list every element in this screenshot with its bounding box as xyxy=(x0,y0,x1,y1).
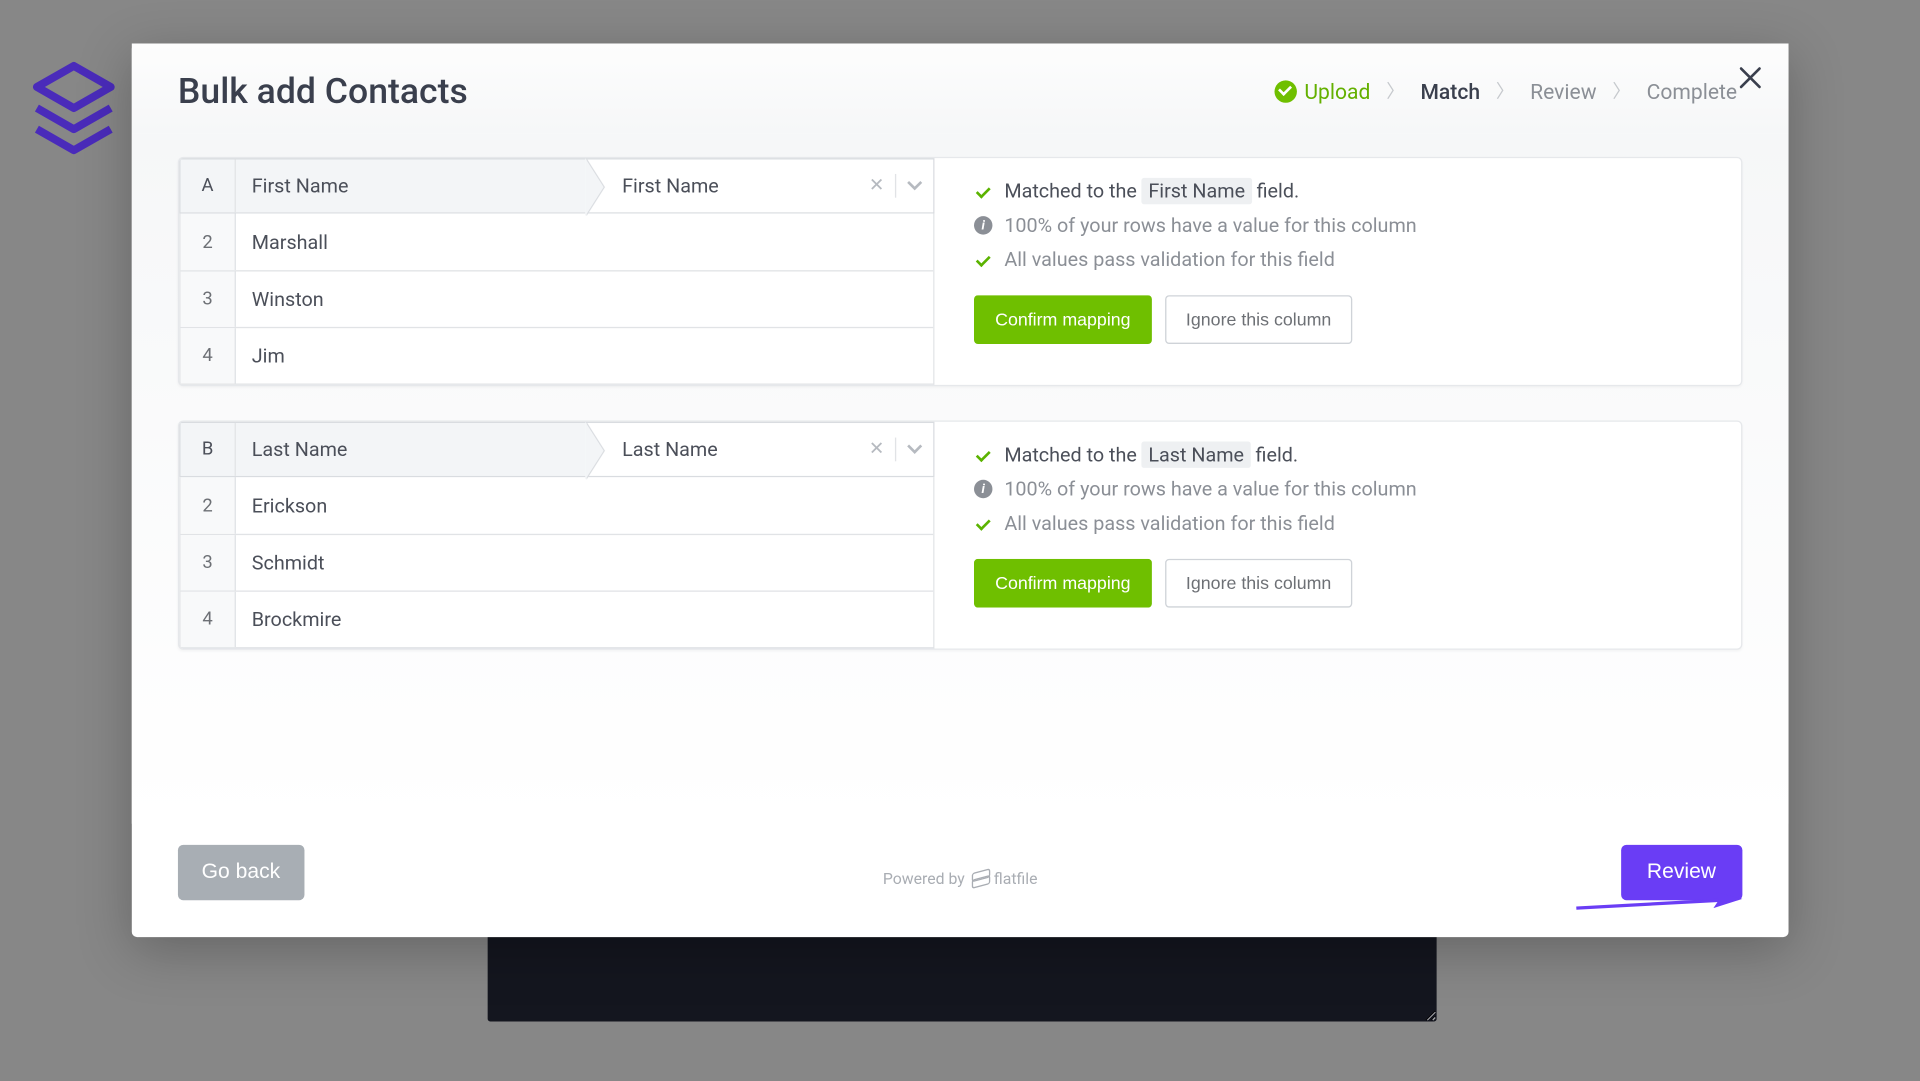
check-icon xyxy=(974,516,992,530)
matched-text: Matched to the xyxy=(1004,179,1141,203)
matched-field-pill: First Name xyxy=(1142,178,1252,204)
check-icon xyxy=(974,252,992,266)
table-row: 2Erickson xyxy=(181,477,934,534)
row-number: 2 xyxy=(181,214,236,271)
sample-data-table: 2Marshall 3Winston 4Jim xyxy=(179,214,934,385)
table-row: 3Winston xyxy=(181,270,934,327)
close-icon xyxy=(1734,62,1766,94)
target-field-value: Last Name xyxy=(622,438,718,462)
validation-text: All values pass validation for this fiel… xyxy=(1004,511,1335,535)
cell-value: Erickson xyxy=(236,477,933,534)
ignore-column-button[interactable]: Ignore this column xyxy=(1165,559,1353,608)
mapping-header: A First Name First Name ✕ xyxy=(179,158,934,213)
cell-value: Schmidt xyxy=(236,535,933,590)
modal-footer: Go back Powered by flatfile Review xyxy=(132,824,1789,937)
row-number: 3 xyxy=(181,535,236,590)
completeness-status: i 100% of your rows have a value for thi… xyxy=(974,477,1717,501)
target-field-select[interactable]: First Name ✕ xyxy=(585,159,933,212)
modal-body: A First Name First Name ✕ 2Marshal xyxy=(132,133,1789,824)
info-icon: i xyxy=(974,480,992,498)
chevron-down-icon[interactable] xyxy=(907,444,923,455)
table-row: 4Jim xyxy=(181,327,934,384)
divider xyxy=(895,174,896,198)
target-field-value: First Name xyxy=(622,174,719,198)
check-icon xyxy=(974,184,992,198)
row-number: 4 xyxy=(181,592,236,647)
row-number: 3 xyxy=(181,272,236,327)
modal-header: Bulk add Contacts Upload 〉 Match 〉 Revie… xyxy=(132,43,1789,133)
mapping-status-panel: Matched to the Last Name field. i 100% o… xyxy=(934,422,1725,649)
completeness-status: i 100% of your rows have a value for thi… xyxy=(974,214,1717,238)
step-indicator: Upload 〉 Match 〉 Review 〉 Complete xyxy=(1274,78,1742,104)
column-letter: A xyxy=(181,159,236,212)
validation-status: All values pass validation for this fiel… xyxy=(974,511,1717,535)
column-preview: B Last Name Last Name ✕ 2Erickson xyxy=(179,422,934,649)
row-number: 2 xyxy=(181,477,236,534)
step-label: Match xyxy=(1420,78,1480,103)
app-logo-icon xyxy=(32,61,116,172)
matched-field-pill: Last Name xyxy=(1142,442,1251,468)
confirm-mapping-button[interactable]: Confirm mapping xyxy=(974,295,1152,344)
clear-mapping-icon[interactable]: ✕ xyxy=(869,439,884,460)
source-column-name: First Name xyxy=(236,159,585,212)
row-number: 4 xyxy=(181,328,236,383)
matched-text: field. xyxy=(1256,443,1299,467)
matched-text: field. xyxy=(1257,179,1300,203)
matched-status: Matched to the Last Name field. xyxy=(974,443,1717,467)
matched-text: Matched to the xyxy=(1004,443,1141,467)
step-review: Review xyxy=(1530,78,1596,103)
check-icon xyxy=(974,447,992,461)
step-complete: Complete xyxy=(1647,78,1737,103)
cell-value: Marshall xyxy=(236,214,933,271)
chevron-right-icon: 〉 xyxy=(1386,78,1404,104)
chevron-right-icon: 〉 xyxy=(1496,78,1514,104)
column-mapping-card: B Last Name Last Name ✕ 2Erickson xyxy=(178,420,1742,649)
confirm-mapping-button[interactable]: Confirm mapping xyxy=(974,559,1152,608)
mapping-header: B Last Name Last Name ✕ xyxy=(179,422,934,477)
step-label: Review xyxy=(1530,78,1596,103)
table-row: 3Schmidt xyxy=(181,534,934,591)
clear-mapping-icon[interactable]: ✕ xyxy=(869,175,884,196)
column-mapping-card: A First Name First Name ✕ 2Marshal xyxy=(178,157,1742,386)
cell-value: Winston xyxy=(236,272,933,327)
step-match: Match xyxy=(1420,78,1480,103)
validation-status: All values pass validation for this fiel… xyxy=(974,248,1717,272)
ignore-column-button[interactable]: Ignore this column xyxy=(1165,295,1353,344)
flatfile-logo-icon xyxy=(971,871,987,887)
review-button[interactable]: Review xyxy=(1621,845,1743,900)
modal-title: Bulk add Contacts xyxy=(178,70,468,112)
info-icon: i xyxy=(974,216,992,234)
chevron-down-icon[interactable] xyxy=(907,181,923,192)
column-letter: B xyxy=(181,423,236,476)
cell-value: Brockmire xyxy=(236,592,933,647)
check-circle-icon xyxy=(1274,80,1296,102)
chevron-right-icon: 〉 xyxy=(1612,78,1630,104)
step-label: Complete xyxy=(1647,78,1737,103)
matched-status: Matched to the First Name field. xyxy=(974,179,1717,203)
go-back-button[interactable]: Go back xyxy=(178,845,304,900)
divider xyxy=(895,438,896,462)
close-button[interactable] xyxy=(1734,62,1766,94)
table-row: 4Brockmire xyxy=(181,590,934,647)
powered-by-text: Powered by xyxy=(883,869,965,887)
table-row: 2Marshall xyxy=(181,214,934,271)
validation-text: All values pass validation for this fiel… xyxy=(1004,248,1335,272)
powered-by-label: Powered by flatfile xyxy=(883,869,1038,887)
import-modal: Bulk add Contacts Upload 〉 Match 〉 Revie… xyxy=(132,43,1789,937)
mapping-status-panel: Matched to the First Name field. i 100% … xyxy=(934,158,1725,385)
step-label: Upload xyxy=(1304,78,1370,103)
column-preview: A First Name First Name ✕ 2Marshal xyxy=(179,158,934,385)
source-column-name: Last Name xyxy=(236,423,585,476)
step-upload: Upload xyxy=(1274,78,1370,103)
cell-value: Jim xyxy=(236,328,933,383)
brand-name: flatfile xyxy=(994,869,1038,887)
target-field-select[interactable]: Last Name ✕ xyxy=(585,423,933,476)
completeness-text: 100% of your rows have a value for this … xyxy=(1004,214,1416,238)
completeness-text: 100% of your rows have a value for this … xyxy=(1004,477,1416,501)
sample-data-table: 2Erickson 3Schmidt 4Brockmire xyxy=(179,477,934,648)
